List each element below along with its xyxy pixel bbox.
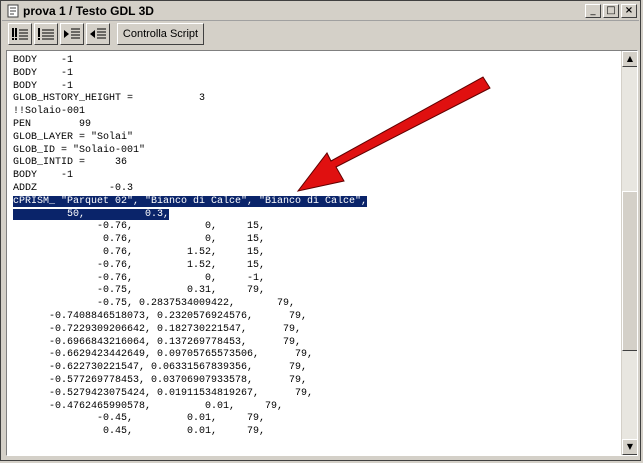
code-line: GLOB_HSTORY_HEIGHT = 3 <box>13 93 206 105</box>
comment-lines-button[interactable] <box>8 23 32 45</box>
code-line: PEN 99 <box>13 118 92 130</box>
outdent-button[interactable] <box>86 23 110 45</box>
gdl-script-window: prova 1 / Testo GDL 3D _ □ × Controlla S… <box>0 0 641 461</box>
uncomment-lines-icon <box>38 28 54 40</box>
code-line: GLOB_ID = "Solaio-001" <box>13 144 146 156</box>
code-line: 0.76, 0, 15, <box>13 234 266 246</box>
toolbar: Controlla Script <box>2 21 639 47</box>
code-line: -0.45, 0.01, 79, <box>13 413 266 425</box>
scroll-down-button[interactable]: ▼ <box>622 439 637 455</box>
script-editor[interactable]: BODY -1 BODY -1 BODY -1 GLOB_HSTORY_HEIG… <box>6 50 638 456</box>
code-line: -0.76, 1.52, 15, <box>13 259 266 271</box>
code-line: 0.76, 1.52, 15, <box>13 246 266 258</box>
scroll-up-button[interactable]: ▲ <box>622 51 637 67</box>
vertical-scrollbar[interactable]: ▲ ▼ <box>621 51 637 455</box>
code-area[interactable]: BODY -1 BODY -1 BODY -1 GLOB_HSTORY_HEIG… <box>13 55 368 439</box>
code-line: BODY -1 <box>13 170 74 182</box>
check-script-button[interactable]: Controlla Script <box>117 23 204 45</box>
code-line: GLOB_LAYER = "Solai" <box>13 131 134 143</box>
code-line: GLOB_INTID = 36 <box>13 157 128 169</box>
code-line: -0.76, 0, -1, <box>13 272 266 284</box>
code-line: -0.6966843216064, 0.137269778453, 79, <box>13 336 302 348</box>
code-line: BODY -1 <box>13 67 74 79</box>
code-line: BODY -1 <box>13 55 74 66</box>
selected-code-line[interactable]: 50, 0.3, <box>13 208 170 220</box>
code-line: -0.75, 0.2837534009422, 79, <box>13 298 296 310</box>
code-line: !!Solaio-001 <box>13 106 86 118</box>
code-line: -0.7229309206642, 0.182730221547, 79, <box>13 323 302 335</box>
code-line: -0.75, 0.31, 79, <box>13 285 266 297</box>
comment-lines-icon <box>12 28 28 40</box>
code-line: ADDZ -0.3 <box>13 182 134 194</box>
indent-button[interactable] <box>60 23 84 45</box>
code-line: -0.577269778453, 0.03706907933578, 79, <box>13 374 308 386</box>
code-line: BODY -1 <box>13 80 74 92</box>
code-line: -0.7408846518073, 0.2320576924576, 79, <box>13 310 308 322</box>
code-line: -0.76, 0, 15, <box>13 221 266 233</box>
code-line: -0.6629423442649, 0.09705765573506, 79, <box>13 349 314 361</box>
indent-icon <box>64 28 80 39</box>
code-line: -0.622730221547, 0.06331567839356, 79, <box>13 362 308 374</box>
selected-code-line[interactable]: cPRISM_ "Parquet 02", "Bianco di Calce",… <box>13 195 368 207</box>
uncomment-lines-button[interactable] <box>34 23 58 45</box>
title-bar[interactable]: prova 1 / Testo GDL 3D _ □ × <box>2 2 639 21</box>
scroll-thumb[interactable] <box>622 191 637 351</box>
outdent-icon <box>90 28 106 39</box>
maximize-button[interactable]: □ <box>603 4 619 18</box>
document-icon <box>7 4 19 18</box>
code-line: 0.45, 0.01, 79, <box>13 426 266 438</box>
minimize-button[interactable]: _ <box>585 4 601 18</box>
code-line: -0.4762465990578, 0.01, 79, <box>13 400 284 412</box>
close-button[interactable]: × <box>621 4 637 18</box>
code-line: -0.5279423075424, 0.01911534819267, 79, <box>13 387 314 399</box>
window-title: prova 1 / Testo GDL 3D <box>23 4 154 18</box>
